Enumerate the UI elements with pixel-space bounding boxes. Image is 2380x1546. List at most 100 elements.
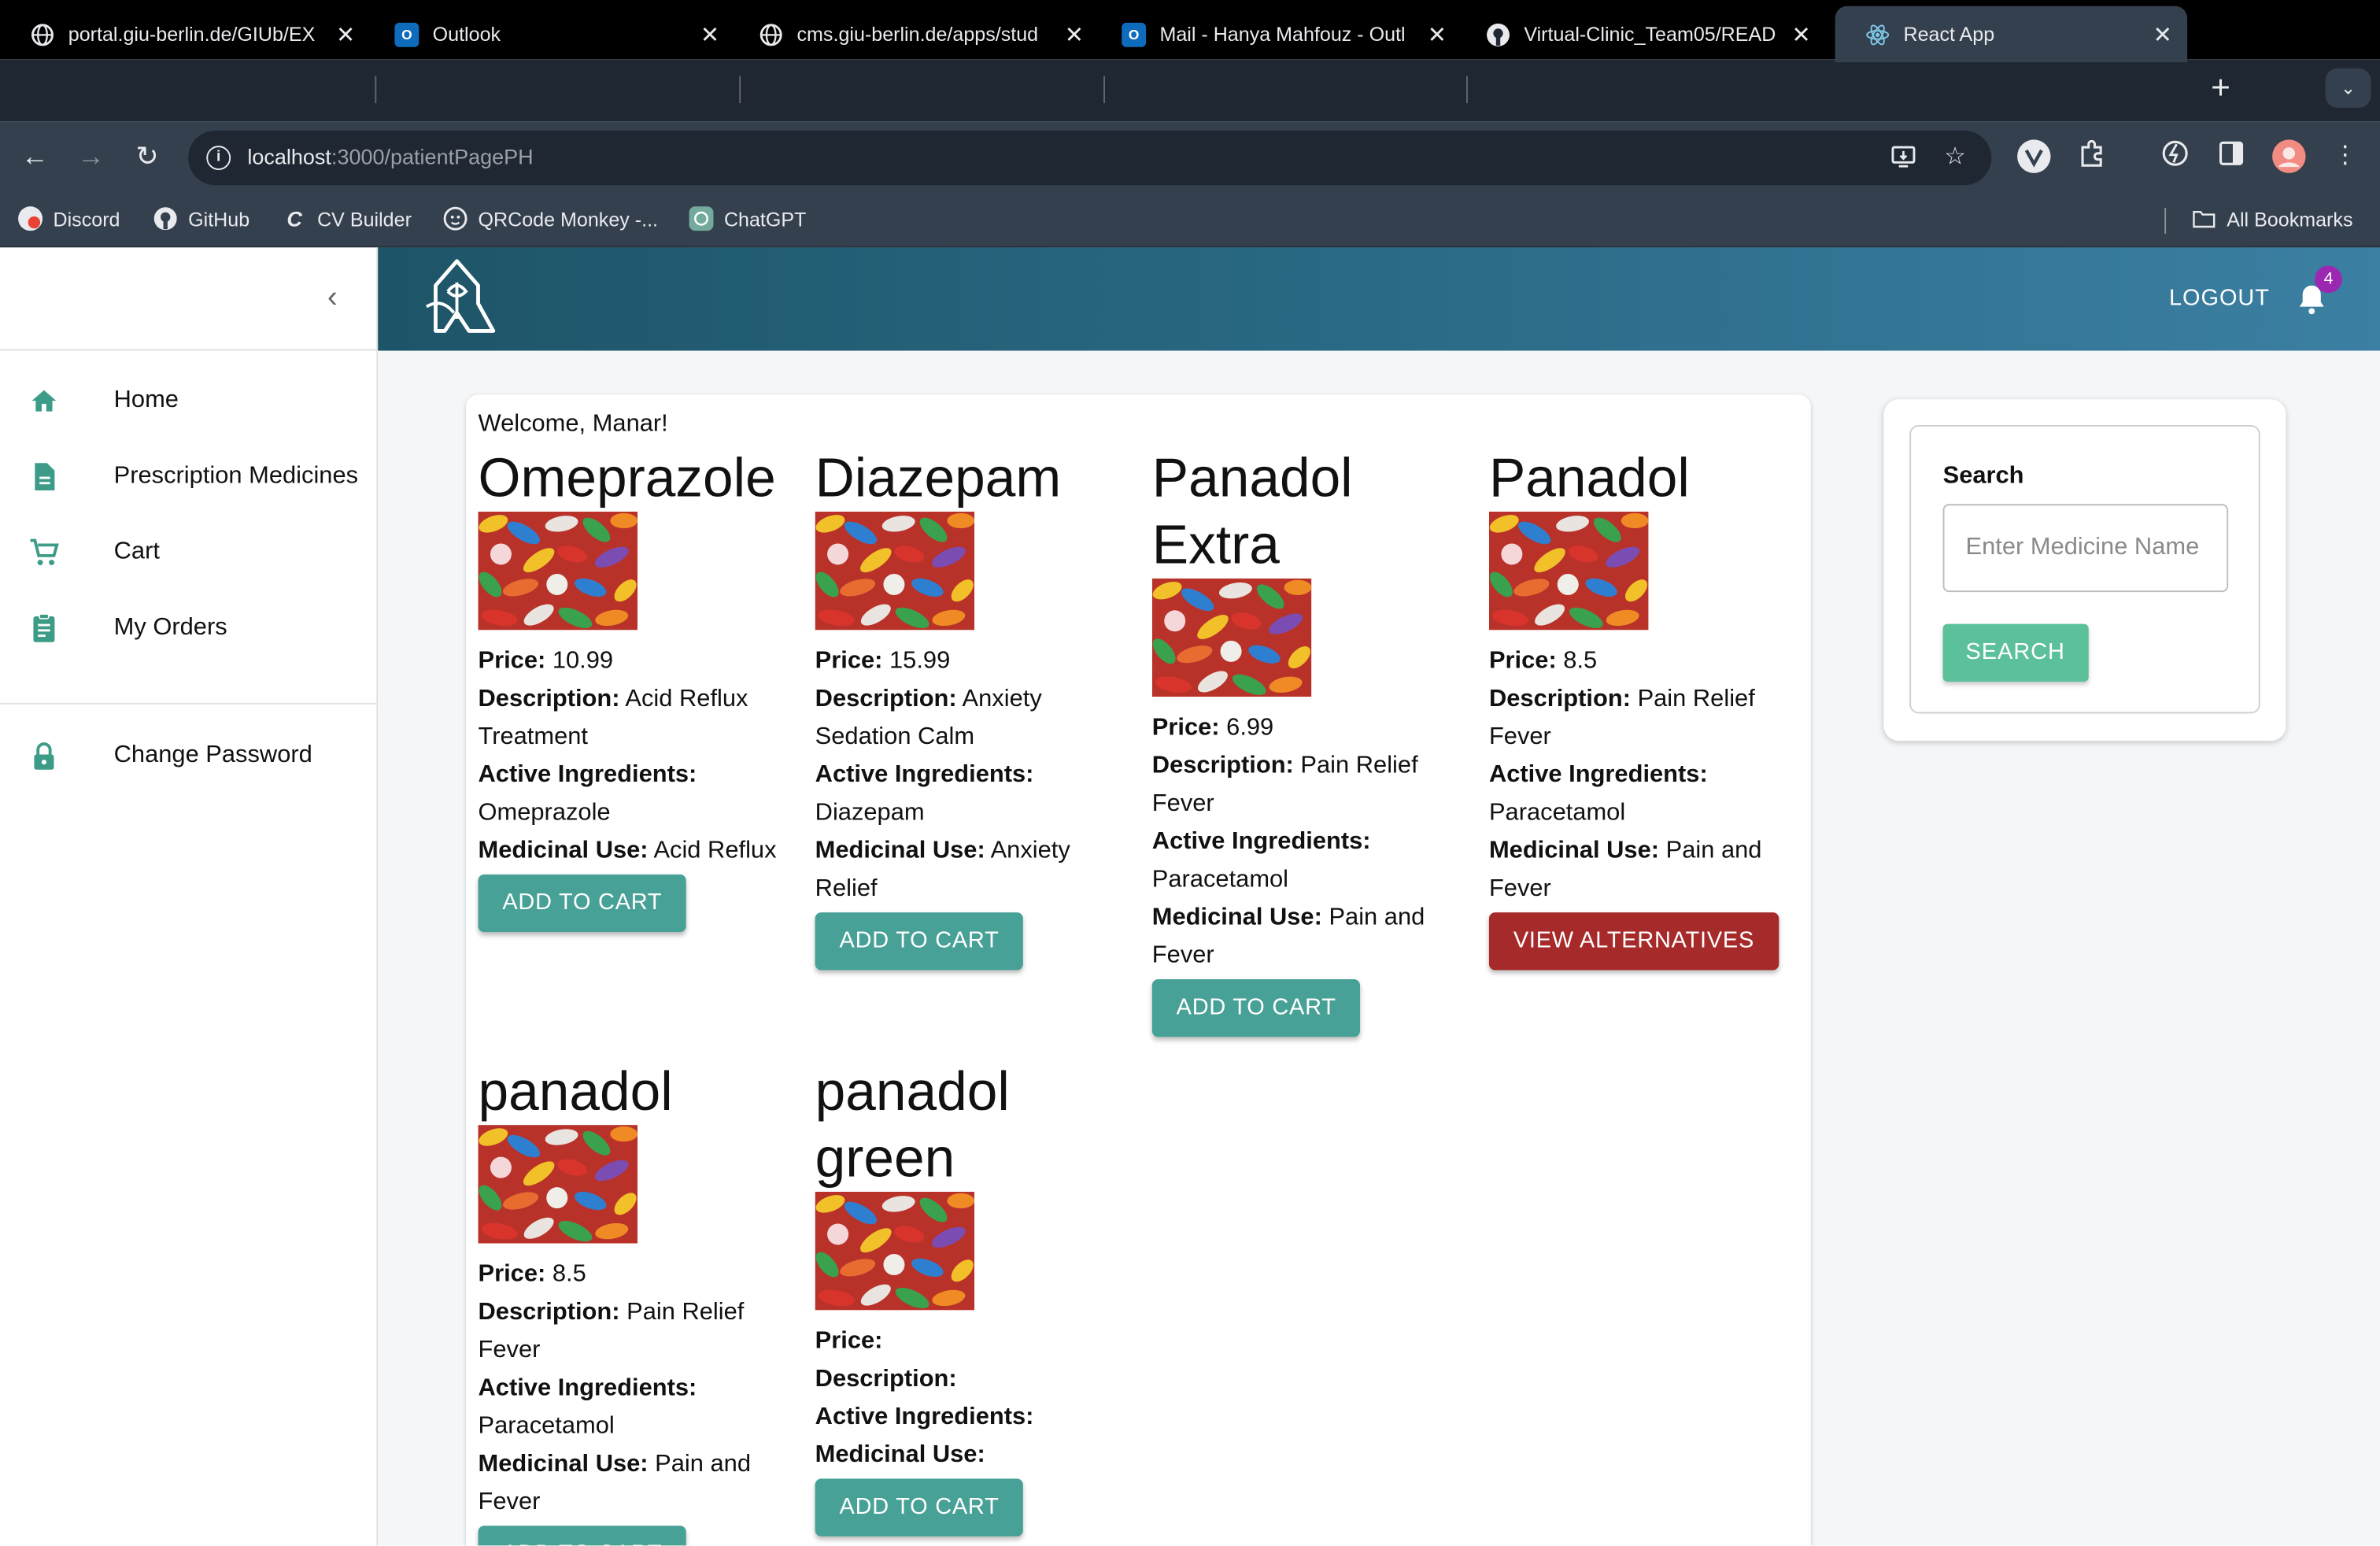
active-ingredients-label: Active Ingredients: (478, 1375, 697, 1402)
medicine-price: Price: 8.5 (1489, 642, 1811, 680)
bookmark-cv-builder[interactable]: C CV Builder (283, 206, 412, 231)
vimeo-extension-icon[interactable] (2016, 139, 2052, 175)
side-panel-icon[interactable] (2213, 139, 2249, 175)
sidebar-item-label: Cart (113, 538, 160, 565)
medicine-active-ingredients: Active Ingredients: Paracetamol (479, 1370, 800, 1445)
search-label: Search (1942, 463, 2024, 490)
tab-search-chevron-icon[interactable]: ⌄ (2325, 68, 2371, 108)
reload-icon[interactable]: ↻ (128, 137, 167, 176)
browser-tab[interactable]: O Mail - Hanya Mahfouz - Outl ✕ (1092, 6, 1462, 62)
github-icon (153, 206, 178, 231)
extensions-puzzle-icon[interactable] (2073, 139, 2109, 175)
sidebar-item-prescription-medicines[interactable]: Prescription Medicines (0, 443, 376, 510)
active-ingredients-label: Active Ingredients: (478, 762, 697, 788)
logout-button[interactable]: LOGOUT (2169, 286, 2270, 312)
browser-tab[interactable]: portal.giu-berlin.de/GIUb/EX ✕ (0, 6, 371, 62)
medicine-use: Medicinal Use: Pain and Fever (1152, 899, 1463, 975)
tab-separator (739, 76, 741, 104)
bookmark-star-icon[interactable]: ☆ (1940, 142, 1971, 173)
monkey-icon (443, 206, 468, 231)
bookmark-label: CV Builder (317, 207, 412, 231)
add-to-cart-button[interactable]: ADD TO CART (815, 912, 1024, 971)
site-info-icon[interactable]: i (206, 146, 231, 171)
medicine-price: Price: 10.99 (479, 642, 800, 680)
active-ingredients-value: Paracetamol (478, 1413, 615, 1440)
chevron-left-icon[interactable]: ‹ (316, 281, 349, 314)
install-app-icon[interactable] (1888, 142, 1919, 173)
description-label: Description: (478, 686, 620, 712)
medicinal-use-value: Acid Reflux (653, 838, 777, 864)
tab-title: Virtual-Clinic_Team05/READ (1524, 22, 1776, 46)
medicine-active-ingredients: Active Ingredients: Omeprazole (479, 756, 800, 831)
bookmark-discord[interactable]: Discord (18, 206, 120, 231)
url-host: localhost (247, 144, 331, 169)
new-tab-button[interactable]: + (2201, 67, 2240, 109)
globe-icon (31, 22, 55, 46)
forward-arrow-icon[interactable]: → (72, 137, 111, 176)
search-button[interactable]: SEARCH (1942, 623, 2088, 682)
close-tab-icon[interactable]: ✕ (1792, 20, 1811, 48)
medicinal-use-label: Medicinal Use: (478, 838, 649, 864)
add-to-cart-button[interactable]: ADD TO CART (478, 1526, 687, 1546)
close-tab-icon[interactable]: ✕ (336, 20, 355, 48)
close-tab-icon[interactable]: ✕ (2153, 20, 2172, 48)
sidebar-item-change-password[interactable]: Change Password (0, 723, 376, 790)
medicine-card-panadol-lower: panadol Price: 8.5 Description: Pain Rel… (478, 1058, 800, 1546)
sidebar-item-label: Change Password (113, 742, 312, 768)
sidebar-item-cart[interactable]: Cart (0, 520, 376, 586)
profile-avatar[interactable] (2271, 139, 2307, 175)
medicine-card-panadol: Panadol Price: 8.5 Description: Pain Rel… (1488, 445, 1811, 971)
close-tab-icon[interactable]: ✕ (700, 20, 719, 48)
add-to-cart-button[interactable]: ADD TO CART (1151, 978, 1361, 1037)
close-tab-icon[interactable]: ✕ (1065, 20, 1084, 48)
home-icon (28, 384, 61, 417)
bookmark-qrcode-monkey[interactable]: QRCode Monkey -... (443, 206, 658, 231)
sidebar-item-my-orders[interactable]: My Orders (0, 595, 376, 662)
browser-tab[interactable]: Virtual-Clinic_Team05/READ ✕ (1456, 6, 1827, 62)
medicinal-use-label: Medicinal Use: (1488, 838, 1660, 864)
medicine-description: Description: Pain Relief Fever (1152, 747, 1463, 823)
url-text[interactable]: localhost:3000/patientPagePH (247, 144, 533, 168)
all-bookmarks-button[interactable]: All Bookmarks (2192, 206, 2353, 231)
performance-icon[interactable] (2157, 139, 2193, 175)
sidebar: ‹ Home Prescription Medicines Cart My Or… (0, 247, 379, 1546)
welcome-text: Welcome, Manar! (478, 411, 668, 438)
medicinal-use-label: Medicinal Use: (815, 838, 985, 864)
bookmark-label: All Bookmarks (2227, 207, 2353, 231)
medicine-card-panadol-extra: Panadol Extra Price: 6.99 Description: P… (1151, 445, 1463, 1037)
pills-image (815, 511, 975, 631)
add-to-cart-button[interactable]: ADD TO CART (815, 1478, 1024, 1537)
active-ingredients-value: Paracetamol (1151, 867, 1289, 893)
medicine-active-ingredients: Active Ingredients: (815, 1398, 1059, 1436)
close-tab-icon[interactable]: ✕ (1428, 20, 1447, 48)
address-bar[interactable]: i localhost:3000/patientPagePH ☆ (188, 130, 1992, 186)
description-label: Description: (478, 1299, 620, 1326)
add-to-cart-button[interactable]: ADD TO CART (478, 874, 687, 933)
medicine-active-ingredients: Active Ingredients: Paracetamol (1489, 756, 1811, 831)
outlook-icon: O (394, 21, 419, 46)
tab-title: Mail - Hanya Mahfouz - Outl (1159, 22, 1406, 46)
medicine-description: Description: Acid Reflux Treatment (479, 680, 800, 756)
bookmark-github[interactable]: GitHub (153, 206, 249, 231)
sidebar-item-home[interactable]: Home (0, 368, 376, 435)
browser-menu-icon[interactable]: ⋮ (2327, 139, 2363, 175)
bookmark-chatgpt[interactable]: ChatGPT (689, 206, 806, 231)
pharmacy-logo-icon[interactable] (415, 252, 500, 337)
medicine-name: Panadol (1488, 446, 1690, 509)
medicine-use: Medicinal Use: (815, 1436, 1059, 1474)
document-icon (28, 460, 61, 493)
active-ingredients-value: Diazepam (815, 800, 925, 827)
browser-tab-active[interactable]: React App ✕ (1835, 6, 2188, 63)
browser-tab[interactable]: cms.giu-berlin.de/apps/stud ✕ (729, 6, 1099, 62)
search-input[interactable] (1942, 504, 2229, 593)
tab-title: Outlook (432, 22, 501, 46)
price-value: 8.5 (1563, 648, 1598, 675)
price-label: Price: (815, 648, 883, 675)
medicine-description: Description: Pain Relief Fever (479, 1293, 800, 1369)
github-icon (1486, 22, 1510, 46)
back-arrow-icon[interactable]: ← (15, 137, 54, 176)
tab-title: cms.giu-berlin.de/apps/stud (796, 22, 1039, 46)
medicine-use: Medicinal Use: Anxiety Relief (815, 832, 1137, 908)
view-alternatives-button[interactable]: VIEW ALTERNATIVES (1488, 912, 1779, 971)
browser-tab[interactable]: O Outlook ✕ (364, 6, 735, 62)
